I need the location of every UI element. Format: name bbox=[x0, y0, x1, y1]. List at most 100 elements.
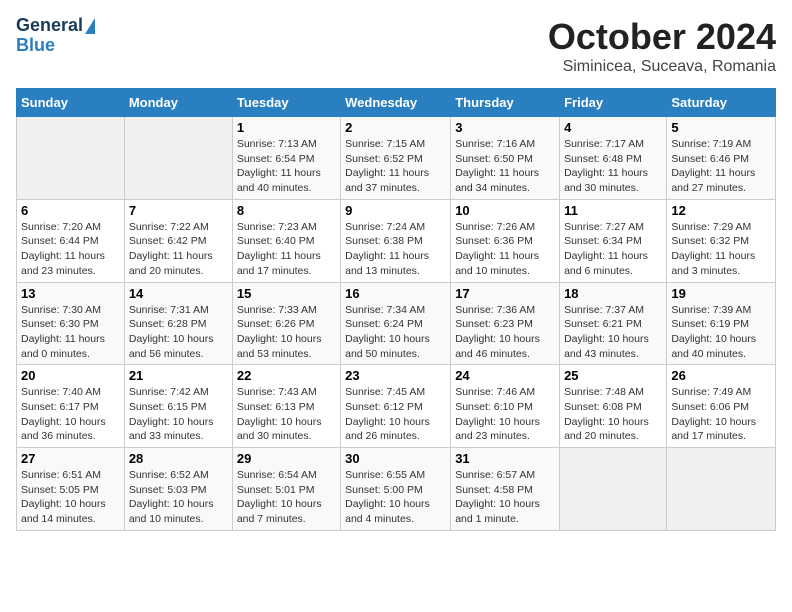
logo: General Blue bbox=[16, 16, 95, 56]
calendar-cell bbox=[124, 117, 232, 200]
calendar-cell: 7Sunrise: 7:22 AM Sunset: 6:42 PM Daylig… bbox=[124, 199, 232, 282]
calendar-cell: 14 Sunrise: 7:31 AM Sunset: 6:28 PM Dayli… bbox=[124, 282, 232, 365]
calendar-cell: 1 Sunrise: 7:13 AM Sunset: 6:54 PM Daylig… bbox=[232, 117, 340, 200]
day-info: Sunrise: 7:24 AM Sunset: 6:38 PM Dayligh… bbox=[345, 220, 446, 279]
day-number: 13 bbox=[21, 286, 120, 301]
day-info: Sunrise: 7:22 AM Sunset: 6:42 PM Dayligh… bbox=[129, 220, 228, 279]
calendar-cell: 30Sunrise: 6:55 AM Sunset: 5:00 PM Dayli… bbox=[341, 448, 451, 531]
day-number: 1 bbox=[237, 120, 336, 135]
day-info: Sunrise: 7:31 AM Sunset: 6:28 PM Dayligh… bbox=[129, 303, 228, 362]
calendar-cell: 29 Sunrise: 6:54 AM Sunset: 5:01 PM Dayli… bbox=[232, 448, 340, 531]
calendar-cell: 21Sunrise: 7:42 AM Sunset: 6:15 PM Dayli… bbox=[124, 365, 232, 448]
day-info: Sunrise: 7:39 AM Sunset: 6:19 PM Dayligh… bbox=[671, 303, 771, 362]
day-info: Sunrise: 7:13 AM Sunset: 6:54 PM Dayligh… bbox=[237, 137, 336, 196]
day-number: 25 bbox=[564, 368, 662, 383]
day-of-week-header: Monday bbox=[124, 89, 232, 117]
day-info: Sunrise: 7:45 AM Sunset: 6:12 PM Dayligh… bbox=[345, 385, 446, 444]
day-info: Sunrise: 7:15 AM Sunset: 6:52 PM Dayligh… bbox=[345, 137, 446, 196]
calendar-body: 1 Sunrise: 7:13 AM Sunset: 6:54 PM Daylig… bbox=[17, 117, 776, 531]
day-info: Sunrise: 7:16 AM Sunset: 6:50 PM Dayligh… bbox=[455, 137, 555, 196]
page-header: General Blue October 2024 Siminicea, Suc… bbox=[16, 16, 776, 76]
days-of-week-row: SundayMondayTuesdayWednesdayThursdayFrid… bbox=[17, 89, 776, 117]
calendar-cell: 17 Sunrise: 7:36 AM Sunset: 6:23 PM Dayli… bbox=[451, 282, 560, 365]
day-number: 6 bbox=[21, 203, 120, 218]
day-info: Sunrise: 7:40 AM Sunset: 6:17 PM Dayligh… bbox=[21, 385, 120, 444]
calendar-week-row: 6 Sunrise: 7:20 AM Sunset: 6:44 PM Daylig… bbox=[17, 199, 776, 282]
calendar-cell: 6 Sunrise: 7:20 AM Sunset: 6:44 PM Daylig… bbox=[17, 199, 125, 282]
calendar-cell bbox=[667, 448, 776, 531]
day-number: 8 bbox=[237, 203, 336, 218]
day-info: Sunrise: 7:26 AM Sunset: 6:36 PM Dayligh… bbox=[455, 220, 555, 279]
calendar-cell: 11 Sunrise: 7:27 AM Sunset: 6:34 PM Dayli… bbox=[560, 199, 667, 282]
month-title: October 2024 bbox=[548, 16, 776, 58]
day-info: Sunrise: 6:54 AM Sunset: 5:01 PM Dayligh… bbox=[237, 468, 336, 527]
calendar-week-row: 20 Sunrise: 7:40 AM Sunset: 6:17 PM Dayli… bbox=[17, 365, 776, 448]
day-number: 27 bbox=[21, 451, 120, 466]
day-number: 15 bbox=[237, 286, 336, 301]
day-of-week-header: Sunday bbox=[17, 89, 125, 117]
day-number: 31 bbox=[455, 451, 555, 466]
calendar-cell: 26Sunrise: 7:49 AM Sunset: 6:06 PM Dayli… bbox=[667, 365, 776, 448]
day-of-week-header: Tuesday bbox=[232, 89, 340, 117]
day-info: Sunrise: 7:37 AM Sunset: 6:21 PM Dayligh… bbox=[564, 303, 662, 362]
logo-blue-text: Blue bbox=[16, 35, 55, 55]
day-number: 16 bbox=[345, 286, 446, 301]
calendar-cell: 9 Sunrise: 7:24 AM Sunset: 6:38 PM Daylig… bbox=[341, 199, 451, 282]
day-info: Sunrise: 7:19 AM Sunset: 6:46 PM Dayligh… bbox=[671, 137, 771, 196]
calendar-week-row: 27Sunrise: 6:51 AM Sunset: 5:05 PM Dayli… bbox=[17, 448, 776, 531]
calendar-cell: 4Sunrise: 7:17 AM Sunset: 6:48 PM Daylig… bbox=[560, 117, 667, 200]
calendar-cell: 25 Sunrise: 7:48 AM Sunset: 6:08 PM Dayli… bbox=[560, 365, 667, 448]
day-info: Sunrise: 7:23 AM Sunset: 6:40 PM Dayligh… bbox=[237, 220, 336, 279]
day-number: 18 bbox=[564, 286, 662, 301]
calendar-week-row: 1 Sunrise: 7:13 AM Sunset: 6:54 PM Daylig… bbox=[17, 117, 776, 200]
day-number: 2 bbox=[345, 120, 446, 135]
day-number: 23 bbox=[345, 368, 446, 383]
day-info: Sunrise: 7:46 AM Sunset: 6:10 PM Dayligh… bbox=[455, 385, 555, 444]
day-number: 5 bbox=[671, 120, 771, 135]
calendar-cell: 12Sunrise: 7:29 AM Sunset: 6:32 PM Dayli… bbox=[667, 199, 776, 282]
calendar-header: SundayMondayTuesdayWednesdayThursdayFrid… bbox=[17, 89, 776, 117]
day-number: 19 bbox=[671, 286, 771, 301]
day-info: Sunrise: 7:48 AM Sunset: 6:08 PM Dayligh… bbox=[564, 385, 662, 444]
calendar-week-row: 13 Sunrise: 7:30 AM Sunset: 6:30 PM Dayli… bbox=[17, 282, 776, 365]
calendar-cell: 3Sunrise: 7:16 AM Sunset: 6:50 PM Daylig… bbox=[451, 117, 560, 200]
day-number: 29 bbox=[237, 451, 336, 466]
day-info: Sunrise: 7:34 AM Sunset: 6:24 PM Dayligh… bbox=[345, 303, 446, 362]
day-number: 11 bbox=[564, 203, 662, 218]
day-number: 9 bbox=[345, 203, 446, 218]
day-info: Sunrise: 7:27 AM Sunset: 6:34 PM Dayligh… bbox=[564, 220, 662, 279]
calendar-cell: 22Sunrise: 7:43 AM Sunset: 6:13 PM Dayli… bbox=[232, 365, 340, 448]
calendar-cell: 13 Sunrise: 7:30 AM Sunset: 6:30 PM Dayli… bbox=[17, 282, 125, 365]
logo-triangle-icon bbox=[85, 18, 95, 34]
day-number: 22 bbox=[237, 368, 336, 383]
day-number: 14 bbox=[129, 286, 228, 301]
title-section: October 2024 Siminicea, Suceava, Romania bbox=[548, 16, 776, 76]
day-of-week-header: Thursday bbox=[451, 89, 560, 117]
calendar-cell: 19 Sunrise: 7:39 AM Sunset: 6:19 PM Dayli… bbox=[667, 282, 776, 365]
day-info: Sunrise: 7:20 AM Sunset: 6:44 PM Dayligh… bbox=[21, 220, 120, 279]
calendar-cell: 2 Sunrise: 7:15 AM Sunset: 6:52 PM Daylig… bbox=[341, 117, 451, 200]
day-of-week-header: Wednesday bbox=[341, 89, 451, 117]
calendar-cell bbox=[560, 448, 667, 531]
day-number: 17 bbox=[455, 286, 555, 301]
day-info: Sunrise: 7:17 AM Sunset: 6:48 PM Dayligh… bbox=[564, 137, 662, 196]
calendar-cell: 20 Sunrise: 7:40 AM Sunset: 6:17 PM Dayli… bbox=[17, 365, 125, 448]
calendar-cell: 5 Sunrise: 7:19 AM Sunset: 6:46 PM Daylig… bbox=[667, 117, 776, 200]
calendar-cell: 23 Sunrise: 7:45 AM Sunset: 6:12 PM Dayli… bbox=[341, 365, 451, 448]
calendar-cell: 31 Sunrise: 6:57 AM Sunset: 4:58 PM Dayli… bbox=[451, 448, 560, 531]
calendar-cell: 18 Sunrise: 7:37 AM Sunset: 6:21 PM Dayli… bbox=[560, 282, 667, 365]
logo-general-text: General bbox=[16, 16, 83, 36]
calendar-cell: 16 Sunrise: 7:34 AM Sunset: 6:24 PM Dayli… bbox=[341, 282, 451, 365]
calendar-cell: 28Sunrise: 6:52 AM Sunset: 5:03 PM Dayli… bbox=[124, 448, 232, 531]
calendar-cell: 15 Sunrise: 7:33 AM Sunset: 6:26 PM Dayli… bbox=[232, 282, 340, 365]
calendar-cell: 24Sunrise: 7:46 AM Sunset: 6:10 PM Dayli… bbox=[451, 365, 560, 448]
day-info: Sunrise: 7:42 AM Sunset: 6:15 PM Dayligh… bbox=[129, 385, 228, 444]
day-info: Sunrise: 6:57 AM Sunset: 4:58 PM Dayligh… bbox=[455, 468, 555, 527]
day-info: Sunrise: 7:30 AM Sunset: 6:30 PM Dayligh… bbox=[21, 303, 120, 362]
day-info: Sunrise: 7:49 AM Sunset: 6:06 PM Dayligh… bbox=[671, 385, 771, 444]
calendar-cell bbox=[17, 117, 125, 200]
day-info: Sunrise: 7:33 AM Sunset: 6:26 PM Dayligh… bbox=[237, 303, 336, 362]
day-info: Sunrise: 7:36 AM Sunset: 6:23 PM Dayligh… bbox=[455, 303, 555, 362]
day-number: 20 bbox=[21, 368, 120, 383]
day-number: 30 bbox=[345, 451, 446, 466]
